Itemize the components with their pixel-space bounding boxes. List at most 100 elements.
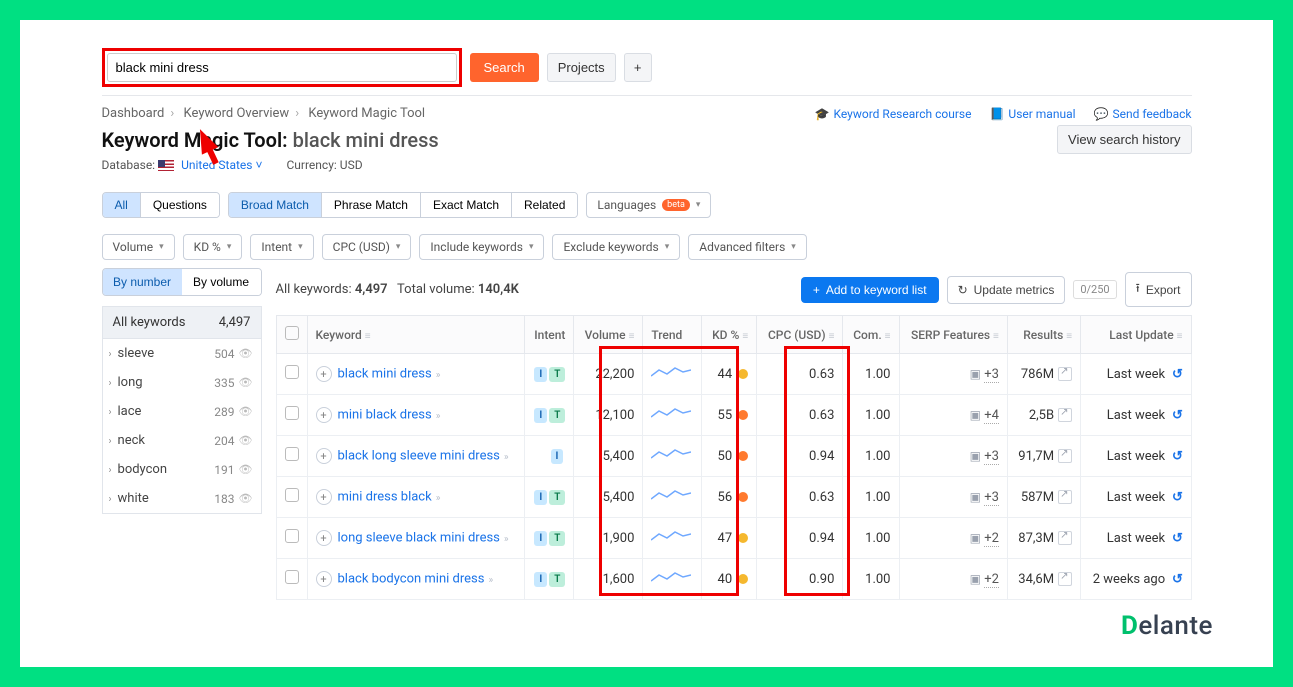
eye-icon: 👁: [239, 463, 253, 476]
select-all-checkbox[interactable]: [285, 326, 299, 340]
keywords-table: Keyword≡ Intent Volume≡ Trend KD %≡ CPC …: [276, 315, 1192, 600]
tab-all[interactable]: All: [103, 193, 141, 217]
keyword-link[interactable]: black bodycon mini dress: [338, 572, 485, 587]
cell-last: Last week ↻: [1081, 395, 1191, 436]
tab-exact[interactable]: Exact Match: [421, 193, 512, 217]
tab-questions[interactable]: Questions: [141, 193, 219, 217]
add-keyword-icon[interactable]: +: [316, 489, 332, 505]
cell-volume: 22,200: [574, 354, 643, 395]
col-volume[interactable]: Volume≡: [574, 316, 643, 354]
refresh-row-icon[interactable]: ↻: [1172, 572, 1183, 587]
link-manual[interactable]: 📘User manual: [989, 107, 1075, 121]
history-button[interactable]: View search history: [1057, 125, 1191, 154]
cell-cpc: 0.94: [757, 436, 843, 477]
col-intent[interactable]: Intent: [524, 316, 574, 354]
row-checkbox[interactable]: [285, 406, 299, 420]
projects-button[interactable]: Projects: [547, 53, 616, 82]
external-icon[interactable]: [1058, 531, 1072, 545]
filter-exclude[interactable]: Exclude keywords▾: [552, 234, 680, 260]
keyword-link[interactable]: long sleeve black mini dress: [338, 531, 500, 546]
external-icon[interactable]: [1058, 572, 1072, 586]
col-kd[interactable]: KD %≡: [702, 316, 757, 354]
sidebar-group-lace[interactable]: ›lace289 👁: [103, 397, 261, 426]
external-icon[interactable]: [1058, 490, 1072, 504]
filter-include[interactable]: Include keywords▾: [419, 234, 544, 260]
external-icon[interactable]: [1058, 408, 1072, 422]
refresh-row-icon[interactable]: ↻: [1172, 531, 1183, 546]
col-com[interactable]: Com.≡: [843, 316, 899, 354]
sidebar-group-long[interactable]: ›long335 👁: [103, 368, 261, 397]
cell-kd: 40: [702, 559, 757, 600]
cell-results: 34,6M: [1007, 559, 1080, 600]
cell-last: Last week ↻: [1081, 518, 1191, 559]
filter-cpc[interactable]: CPC (USD)▾: [322, 234, 412, 260]
table-row: +mini black dress» IT 12,100 55 0.63 1.0…: [276, 395, 1191, 436]
keyword-link[interactable]: black mini dress: [338, 367, 432, 382]
sidebar-all-keywords[interactable]: All keywords4,497: [102, 306, 262, 338]
sidebar-group-sleeve[interactable]: ›sleeve504 👁: [103, 339, 261, 368]
col-keyword[interactable]: Keyword≡: [307, 316, 524, 354]
upload-icon: ⭱: [1136, 279, 1140, 300]
row-checkbox[interactable]: [285, 447, 299, 461]
cell-trend: [643, 395, 702, 436]
col-last[interactable]: Last Update≡: [1081, 316, 1191, 354]
col-cpc[interactable]: CPC (USD)≡: [757, 316, 843, 354]
sidebar-group-neck[interactable]: ›neck204 👁: [103, 426, 261, 455]
mode-by-number[interactable]: By number: [103, 269, 182, 295]
refresh-row-icon[interactable]: ↻: [1172, 408, 1183, 423]
cell-last: Last week ↻: [1081, 436, 1191, 477]
tab-broad[interactable]: Broad Match: [229, 193, 322, 217]
filter-advanced[interactable]: Advanced filters▾: [688, 234, 807, 260]
add-keyword-icon[interactable]: +: [316, 366, 332, 382]
cell-serp: ▣ +3: [899, 477, 1007, 518]
tab-phrase[interactable]: Phrase Match: [322, 193, 421, 217]
keyword-link[interactable]: black long sleeve mini dress: [338, 449, 500, 464]
row-checkbox[interactable]: [285, 365, 299, 379]
row-checkbox[interactable]: [285, 570, 299, 584]
col-results[interactable]: Results≡: [1007, 316, 1080, 354]
refresh-row-icon[interactable]: ↻: [1172, 367, 1183, 382]
search-input[interactable]: [107, 53, 457, 82]
cell-volume: 12,100: [574, 395, 643, 436]
link-feedback[interactable]: 💬Send feedback: [1094, 107, 1192, 121]
sidebar-group-bodycon[interactable]: ›bodycon191 👁: [103, 455, 261, 484]
cell-com: 1.00: [843, 354, 899, 395]
cell-intent: IT: [524, 354, 574, 395]
filter-kd[interactable]: KD %▾: [183, 234, 243, 260]
cell-trend: [643, 436, 702, 477]
languages-dropdown[interactable]: Languages beta ▾: [586, 192, 711, 218]
col-trend[interactable]: Trend: [643, 316, 702, 354]
filter-volume[interactable]: Volume▾: [102, 234, 175, 260]
cell-last: Last week ↻: [1081, 477, 1191, 518]
crumb-dashboard[interactable]: Dashboard: [102, 106, 165, 121]
sidebar-group-white[interactable]: ›white183 👁: [103, 484, 261, 513]
mode-by-volume[interactable]: By volume: [182, 269, 261, 295]
external-icon[interactable]: [1058, 449, 1072, 463]
match-type-tabs: All Questions: [102, 192, 220, 218]
update-metrics-button[interactable]: ↻Update metrics: [947, 276, 1066, 304]
add-to-list-button[interactable]: +Add to keyword list: [801, 277, 939, 303]
col-serp[interactable]: SERP Features≡: [899, 316, 1007, 354]
refresh-row-icon[interactable]: ↻: [1172, 449, 1183, 464]
external-icon[interactable]: [1058, 367, 1072, 381]
add-project-button[interactable]: +: [624, 53, 652, 82]
link-course[interactable]: 🎓Keyword Research course: [815, 107, 972, 121]
export-button[interactable]: ⭱Export: [1125, 272, 1192, 307]
add-keyword-icon[interactable]: +: [316, 571, 332, 587]
add-keyword-icon[interactable]: +: [316, 530, 332, 546]
table-row: +black mini dress» IT 22,200 44 0.63 1.0…: [276, 354, 1191, 395]
search-button[interactable]: Search: [470, 53, 539, 82]
page-title: Keyword Magic Tool: black mini dress: [102, 128, 439, 152]
tab-related[interactable]: Related: [512, 193, 577, 217]
keyword-link[interactable]: mini dress black: [338, 490, 432, 505]
add-keyword-icon[interactable]: +: [316, 407, 332, 423]
database-selector[interactable]: Database: United States ˅: [102, 158, 263, 172]
row-checkbox[interactable]: [285, 488, 299, 502]
row-checkbox[interactable]: [285, 529, 299, 543]
crumb-overview[interactable]: Keyword Overview: [184, 106, 290, 121]
search-bar: Search Projects +: [102, 40, 1192, 96]
filter-intent[interactable]: Intent▾: [250, 234, 313, 260]
keyword-link[interactable]: mini black dress: [338, 408, 432, 423]
refresh-row-icon[interactable]: ↻: [1172, 490, 1183, 505]
add-keyword-icon[interactable]: +: [316, 448, 332, 464]
